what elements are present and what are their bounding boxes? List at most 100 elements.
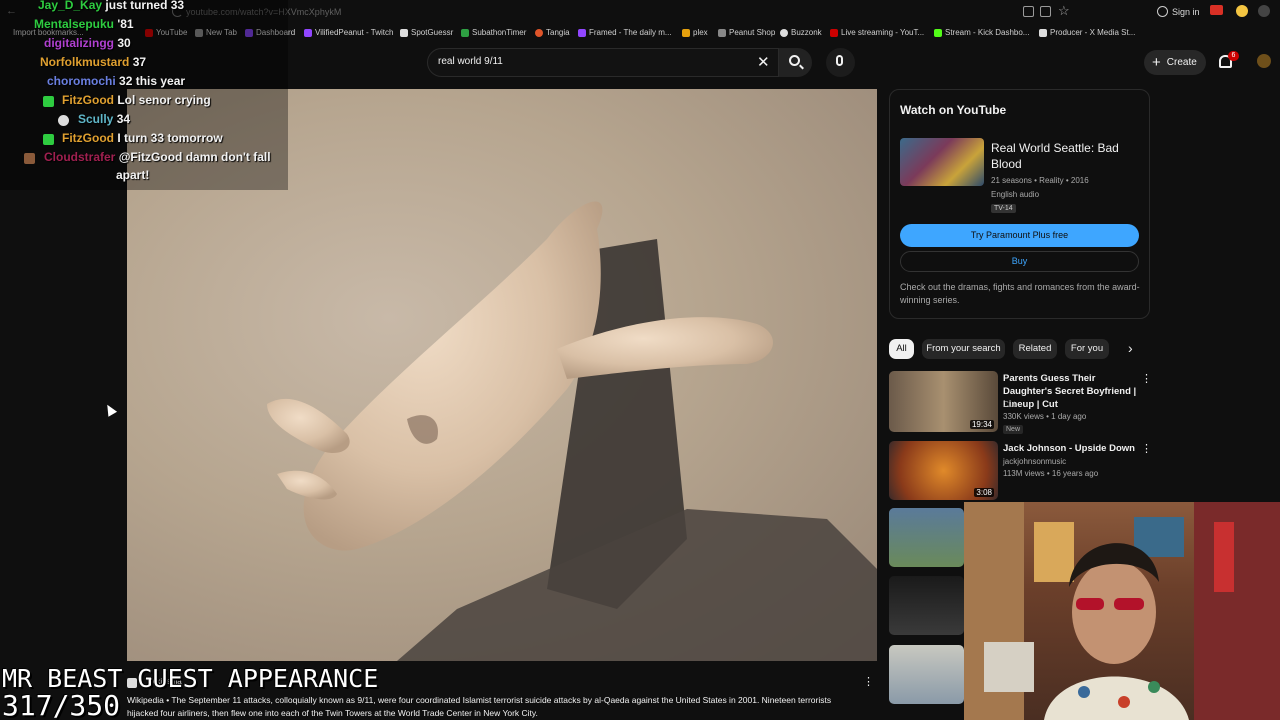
bookmark-label: SubathonTimer — [472, 28, 527, 37]
chat-text: apart! — [116, 168, 150, 182]
chevron-right-icon[interactable]: › — [1128, 340, 1133, 356]
cast-icon[interactable] — [1023, 6, 1034, 17]
chat-message: FitzGood I turn 33 tomorrow — [62, 131, 223, 145]
related-thumbnail[interactable] — [889, 576, 964, 635]
extension-emoji-icon[interactable] — [1236, 5, 1248, 17]
plus-icon: + — [1152, 54, 1161, 71]
watch-on-youtube-card: Watch on YouTube Real World Seattle: Bad… — [889, 89, 1150, 319]
related-channel[interactable]: jackjohnsonmusic — [1003, 457, 1066, 466]
bookmark-plex[interactable]: plex — [682, 28, 708, 37]
chat-text: Lol senor crying — [117, 93, 211, 107]
bookmark-x-media[interactable]: Producer - X Media St... — [1039, 28, 1135, 37]
bookmark-label: Tangia — [546, 28, 570, 37]
globe-icon — [780, 28, 788, 37]
chat-message: Norfolkmustard 37 — [40, 55, 146, 69]
bookmark-kick[interactable]: Stream - Kick Dashbo... — [934, 28, 1029, 37]
show-title[interactable]: Real World Seattle: Bad Blood — [991, 140, 1131, 172]
bookmark-framed[interactable]: Framed - The daily m... — [578, 28, 672, 37]
install-app-icon[interactable] — [1040, 6, 1051, 17]
subscriber-badge-icon — [43, 134, 54, 145]
show-thumbnail[interactable] — [900, 138, 984, 186]
twitch-icon — [304, 28, 312, 37]
bookmark-spotguessr[interactable]: SpotGuessr — [400, 28, 453, 37]
stream-goal-count: 317/350 — [2, 689, 121, 720]
bookmark-peanut-shop[interactable]: Peanut Shop — [718, 28, 775, 37]
chip-from-your-search[interactable]: From your search — [922, 339, 1005, 359]
chip-for-you[interactable]: For you — [1065, 339, 1109, 359]
duration-badge: 3:08 — [974, 488, 994, 497]
webcam-overlay — [964, 502, 1280, 720]
related-channel[interactable]: Cut — [1003, 400, 1015, 409]
chat-text: 37 — [132, 55, 147, 69]
card-heading: Watch on YouTube — [900, 103, 1007, 117]
rating-badge: TV-14 — [991, 204, 1016, 213]
chat-username: FitzGood — [62, 93, 114, 107]
try-paramount-button[interactable]: Try Paramount Plus free — [900, 224, 1139, 247]
search-box[interactable]: real world 9/11 — [427, 48, 779, 77]
bookmark-label: SpotGuessr — [411, 28, 454, 37]
search-icon — [789, 55, 800, 66]
info-text: Wikipedia • The September 11 attacks, co… — [127, 695, 832, 718]
chat-username: Norfolkmustard — [40, 55, 130, 69]
chat-message: apart! — [116, 168, 149, 182]
related-thumbnail[interactable]: 3:08 — [889, 441, 998, 500]
bookmark-label: Buzzonk — [791, 28, 822, 37]
chat-message: Scully 34 — [78, 112, 130, 126]
bookmark-label: Peanut Shop — [729, 28, 776, 37]
gmail-icon[interactable] — [1210, 5, 1223, 15]
buy-button[interactable]: Buy — [900, 251, 1139, 272]
tangia-favicon — [535, 28, 543, 37]
chat-username: Scully — [78, 112, 114, 126]
chat-text: 34 — [116, 112, 131, 126]
related-thumbnail[interactable]: 19:34 — [889, 371, 998, 432]
chat-text: I turn 33 tomorrow — [117, 131, 223, 145]
notification-badge: 6 — [1228, 51, 1239, 61]
chat-username: choromochi — [47, 74, 116, 88]
chat-username: digitalizingg — [44, 36, 114, 50]
chat-message: choromochi 32 this year — [47, 74, 185, 88]
create-label: Create — [1166, 57, 1197, 68]
chest-badge-icon — [24, 153, 35, 164]
profile-menu-icon[interactable] — [1258, 5, 1270, 17]
microphone-icon — [836, 55, 843, 66]
related-thumbnail[interactable] — [889, 508, 964, 567]
kick-icon — [934, 28, 942, 37]
bookmark-live-streaming[interactable]: Live streaming - YouT... — [830, 28, 924, 37]
more-options-icon[interactable]: ⋮ — [863, 675, 874, 688]
avatar[interactable] — [1257, 54, 1271, 68]
sign-in-button[interactable]: Sign in — [1172, 7, 1200, 17]
bookmark-buzzonk[interactable]: Buzzonk — [780, 28, 822, 37]
search-input[interactable]: real world 9/11 — [438, 56, 503, 67]
related-thumbnail[interactable] — [889, 645, 964, 704]
account-icon[interactable] — [1157, 6, 1168, 17]
chat-username: Mentalsepuku — [34, 17, 115, 31]
new-badge: New — [1003, 425, 1024, 434]
related-views: 113M views • 16 years ago — [1003, 469, 1099, 478]
subscriber-badge-icon — [43, 96, 54, 107]
bookmark-twitch[interactable]: VilifiedPeanut - Twitch — [304, 28, 393, 37]
shop-favicon — [718, 28, 726, 37]
bookmark-tangia[interactable]: Tangia — [535, 28, 570, 37]
x-icon — [1039, 28, 1047, 37]
create-button[interactable]: + Create — [1144, 50, 1206, 75]
related-title[interactable]: Jack Johnson - Upside Down — [1003, 442, 1138, 455]
bookmark-label: Producer - X Media St... — [1050, 28, 1136, 37]
chip-related[interactable]: Related — [1013, 339, 1057, 359]
show-meta: 21 seasons • Reality • 2016 — [991, 176, 1089, 185]
skull-badge-icon — [58, 115, 69, 126]
chat-text: 32 this year — [119, 74, 186, 88]
chat-username: FitzGood — [62, 131, 114, 145]
framed-favicon — [578, 28, 586, 37]
bookmark-label: Framed - The daily m... — [589, 28, 672, 37]
more-options-icon[interactable]: ⋮ — [1141, 372, 1152, 385]
bookmark-label: Live streaming - YouT... — [841, 28, 925, 37]
bookmark-star-icon[interactable]: ☆ — [1058, 3, 1070, 19]
more-options-icon[interactable]: ⋮ — [1141, 442, 1152, 455]
show-description: Check out the dramas, fights and romance… — [900, 282, 1140, 305]
bookmark-subathontimer[interactable]: SubathonTimer — [461, 28, 526, 37]
chat-message: Cloudstrafer @FitzGood damn don't fall — [44, 150, 271, 164]
chip-all[interactable]: All — [889, 339, 914, 359]
related-title[interactable]: Parents Guess Their Daughter's Secret Bo… — [1003, 372, 1138, 411]
bookmark-label: plex — [693, 28, 708, 37]
clear-search-icon[interactable]: ✕ — [757, 53, 770, 71]
